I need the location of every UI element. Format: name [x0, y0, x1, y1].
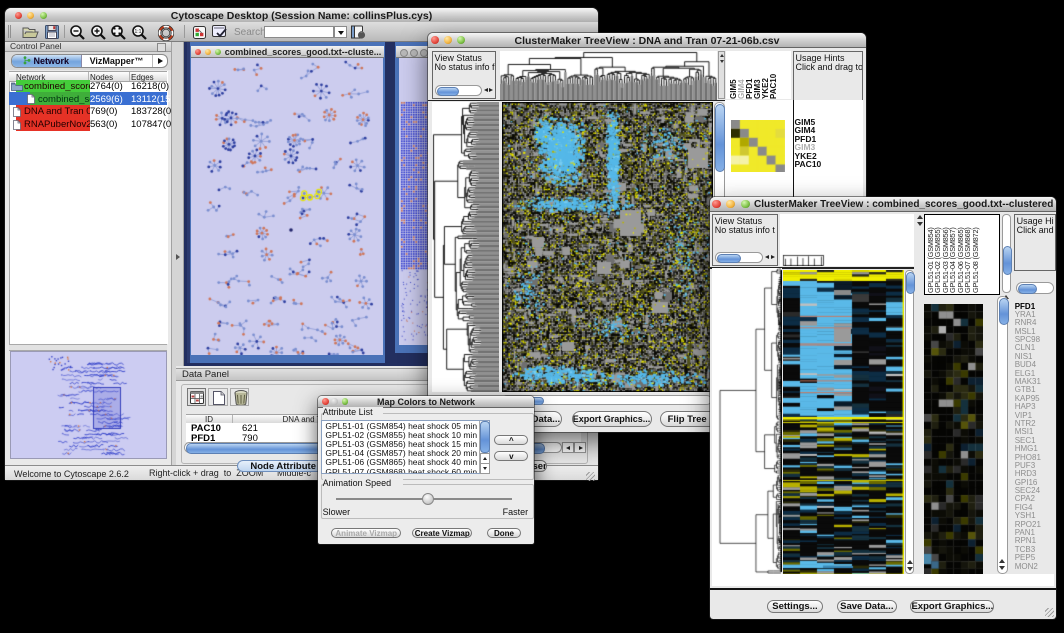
svg-text:1:1: 1:1	[135, 29, 142, 35]
